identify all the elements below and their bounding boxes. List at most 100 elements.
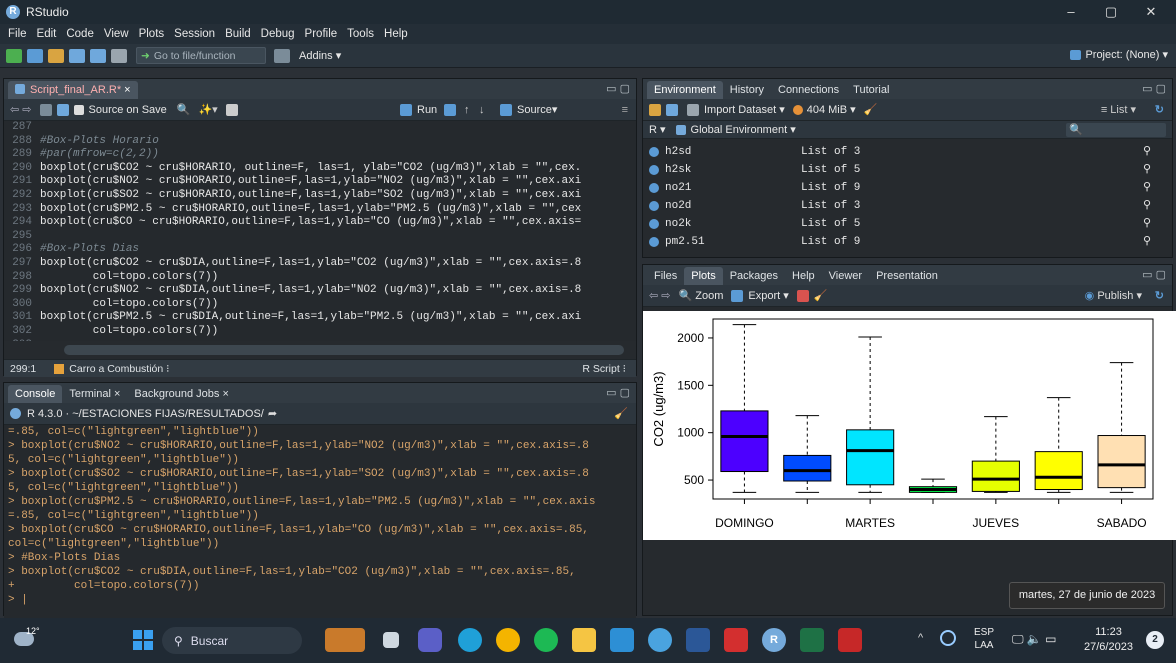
cloud-sync-icon[interactable] bbox=[940, 630, 956, 646]
menu-help[interactable]: Help bbox=[384, 28, 408, 40]
view-object-icon[interactable]: ⚲ bbox=[1143, 197, 1151, 215]
import-dataset-button[interactable]: Import Dataset ▾ bbox=[704, 103, 785, 116]
input-language[interactable]: ESP LAA bbox=[974, 626, 994, 652]
code-line[interactable]: 290 boxplot(cru$CO2 ~ cru$HORARIO, outlin… bbox=[4, 162, 636, 176]
save-icon[interactable] bbox=[69, 48, 85, 63]
tab-packages[interactable]: Packages bbox=[723, 267, 785, 285]
code-line[interactable]: 287 bbox=[4, 121, 636, 135]
expand-icon[interactable] bbox=[649, 201, 659, 211]
grid-icon[interactable] bbox=[274, 48, 290, 63]
go-to-file-input[interactable]: ➜ Go to file/function bbox=[136, 47, 266, 64]
expand-icon[interactable] bbox=[649, 219, 659, 229]
task-view-icon[interactable] bbox=[383, 632, 399, 648]
file-type-selector[interactable]: R Script ⁝ bbox=[582, 363, 626, 375]
code-line[interactable]: 298 col=topo.colors(7)) bbox=[4, 271, 636, 285]
word-icon[interactable] bbox=[686, 628, 710, 652]
teams-icon[interactable] bbox=[418, 628, 442, 652]
network-volume-battery-icon[interactable]: 🖵 🔈 ▭ bbox=[1012, 632, 1057, 647]
view-object-icon[interactable]: ⚲ bbox=[1143, 215, 1151, 233]
menu-plots[interactable]: Plots bbox=[139, 28, 165, 40]
working-directory[interactable]: R 4.3.0 · ~/ESTACIONES FIJAS/RESULTADOS/ bbox=[27, 408, 264, 420]
pane-minmax-icon[interactable]: ▭ ▢ bbox=[606, 82, 630, 95]
show-in-window-icon[interactable] bbox=[39, 103, 52, 116]
code-line[interactable]: 295 bbox=[4, 230, 636, 244]
back-forward-icon[interactable]: ⇦ ⇨ bbox=[10, 103, 32, 116]
view-object-icon[interactable]: ⚲ bbox=[1143, 179, 1151, 197]
menu-tools[interactable]: Tools bbox=[347, 28, 374, 40]
rstudio-taskbar-icon[interactable]: R bbox=[762, 628, 786, 652]
news-widget-icon[interactable] bbox=[325, 628, 365, 652]
code-line[interactable]: 299 boxplot(cru$NO2 ~ cru$DIA,outline=F,l… bbox=[4, 284, 636, 298]
weather-widget[interactable]: 12° bbox=[10, 626, 40, 654]
tab-help[interactable]: Help bbox=[785, 267, 822, 285]
tab-tutorial[interactable]: Tutorial bbox=[846, 81, 896, 99]
save-all-icon[interactable] bbox=[90, 48, 106, 63]
prev-next-plot-icon[interactable]: ⇦ ⇨ bbox=[649, 289, 671, 302]
code-line[interactable]: 296 #Box-Plots Dias bbox=[4, 243, 636, 257]
tab-script[interactable]: Script_final_AR.R* × bbox=[8, 81, 138, 99]
environment-row[interactable]: pm2.51 List of 9 ⚲ bbox=[643, 233, 1163, 251]
environment-row[interactable]: no21 List of 9 ⚲ bbox=[643, 179, 1163, 197]
show-hidden-icons[interactable]: ^ bbox=[918, 632, 923, 644]
menu-code[interactable]: Code bbox=[66, 28, 94, 40]
app-icon[interactable] bbox=[838, 628, 862, 652]
code-tools-icon[interactable]: ✨▾ bbox=[198, 103, 217, 116]
tab-viewer[interactable]: Viewer bbox=[822, 267, 869, 285]
excel-icon[interactable] bbox=[800, 628, 824, 652]
start-button[interactable] bbox=[133, 630, 153, 650]
code-line[interactable]: 301 boxplot(cru$PM2.5 ~ cru$DIA,outline=F… bbox=[4, 311, 636, 325]
environment-row[interactable]: h2sd List of 3 ⚲ bbox=[643, 143, 1163, 161]
environment-row[interactable]: no2d List of 3 ⚲ bbox=[643, 197, 1163, 215]
up-arrow-icon[interactable]: ↑ bbox=[464, 104, 470, 116]
chrome-icon[interactable] bbox=[496, 628, 520, 652]
environment-row[interactable]: h2sk List of 5 ⚲ bbox=[643, 161, 1163, 179]
tab-console[interactable]: Console bbox=[8, 385, 63, 403]
console-output[interactable]: =.85, col=c("lightgreen","lightblue")) > … bbox=[4, 425, 636, 640]
menu-view[interactable]: View bbox=[104, 28, 129, 40]
print-icon[interactable] bbox=[111, 48, 127, 63]
tab-plots[interactable]: Plots bbox=[684, 267, 723, 285]
mail-icon[interactable] bbox=[610, 628, 634, 652]
code-editor[interactable]: 287 288 #Box-Plots Horario 289 #par(mfrow=c(… bbox=[4, 121, 636, 341]
outline-icon[interactable]: ≡ bbox=[622, 104, 628, 116]
code-line[interactable]: 300 col=topo.colors(7)) bbox=[4, 298, 636, 312]
down-arrow-icon[interactable]: ↓ bbox=[479, 104, 485, 116]
new-file-icon[interactable] bbox=[6, 48, 22, 63]
spotify-icon[interactable] bbox=[534, 628, 558, 652]
tab-presentation[interactable]: Presentation bbox=[869, 267, 945, 285]
section-navigator[interactable]: Carro a Combustión ⁝ bbox=[69, 363, 169, 375]
environment-search-input[interactable]: 🔍 bbox=[1066, 122, 1166, 137]
code-line[interactable]: 288 #Box-Plots Horario bbox=[4, 135, 636, 149]
memory-usage[interactable]: 404 MiB ▾ bbox=[807, 103, 856, 116]
new-project-icon[interactable] bbox=[27, 48, 43, 63]
menu-build[interactable]: Build bbox=[225, 28, 251, 40]
expand-icon[interactable] bbox=[649, 183, 659, 193]
pane-minmax-icon[interactable]: ▭ ▢ bbox=[1142, 268, 1166, 281]
environment-row[interactable]: no2k List of 5 ⚲ bbox=[643, 215, 1163, 233]
tab-terminal[interactable]: Terminal × bbox=[62, 385, 127, 403]
clear-console-icon[interactable]: 🧹 bbox=[614, 407, 628, 420]
refresh-icon[interactable]: ↻ bbox=[1155, 103, 1164, 116]
expand-icon[interactable] bbox=[649, 147, 659, 157]
go-to-directory-icon[interactable]: ➦ bbox=[268, 407, 277, 420]
menu-debug[interactable]: Debug bbox=[261, 28, 295, 40]
code-line[interactable]: 302 col=topo.colors(7)) bbox=[4, 325, 636, 339]
source-button[interactable]: Source ▾ bbox=[500, 103, 557, 116]
tab-files[interactable]: Files bbox=[647, 267, 684, 285]
code-line[interactable]: 292 boxplot(cru$SO2 ~ cru$HORARIO,outline… bbox=[4, 189, 636, 203]
clear-objects-icon[interactable]: 🧹 bbox=[864, 103, 878, 116]
rerun-icon[interactable] bbox=[444, 103, 456, 116]
refresh-icon[interactable]: ↻ bbox=[1155, 289, 1164, 302]
search-app-icon[interactable] bbox=[648, 628, 672, 652]
menu-session[interactable]: Session bbox=[174, 28, 215, 40]
search-icon[interactable]: 🔍 bbox=[177, 103, 191, 116]
expand-icon[interactable] bbox=[649, 237, 659, 247]
code-line[interactable]: 293 boxplot(cru$PM2.5 ~ cru$HORARIO,outli… bbox=[4, 203, 636, 217]
pane-minmax-icon[interactable]: ▭ ▢ bbox=[1142, 82, 1166, 95]
pane-minmax-icon[interactable]: ▭ ▢ bbox=[606, 386, 630, 399]
code-line[interactable]: 289 #par(mfrow=c(2,2)) bbox=[4, 148, 636, 162]
code-line[interactable]: 303 bbox=[4, 339, 636, 342]
menu-file[interactable]: File bbox=[8, 28, 27, 40]
addins-menu[interactable]: Addins ▾ bbox=[299, 49, 341, 62]
clock[interactable]: 11:23 27/6/2023 bbox=[1084, 625, 1133, 655]
